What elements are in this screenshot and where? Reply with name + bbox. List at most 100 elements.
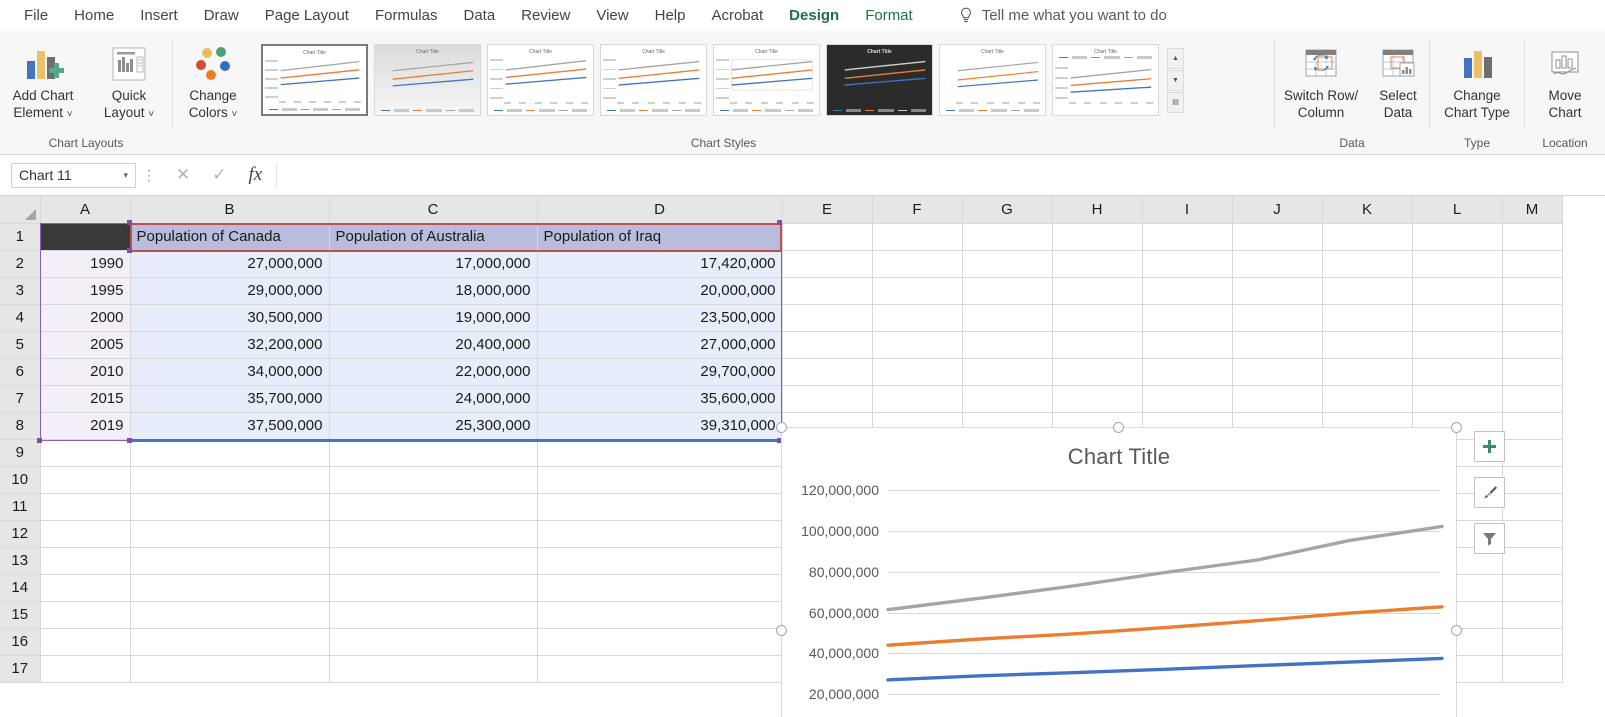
cell-A13[interactable]	[40, 547, 130, 574]
cell-K2[interactable]	[1322, 250, 1412, 277]
cell-L2[interactable]	[1412, 250, 1502, 277]
menu-tab-insert[interactable]: Insert	[128, 3, 190, 28]
menu-tab-view[interactable]: View	[584, 3, 640, 28]
cell-H5[interactable]	[1052, 331, 1142, 358]
cell-D5[interactable]: 27,000,000	[537, 331, 782, 358]
chart-title[interactable]: Chart Title	[782, 428, 1456, 470]
cell-G2[interactable]	[962, 250, 1052, 277]
column-header-G[interactable]: G	[962, 196, 1052, 223]
cell-C12[interactable]	[329, 520, 537, 547]
cell-E4[interactable]	[782, 304, 872, 331]
cell-D17[interactable]	[537, 655, 782, 682]
cell-M6[interactable]	[1502, 358, 1562, 385]
row-header-14[interactable]: 14	[0, 574, 40, 601]
row-header-8[interactable]: 8	[0, 412, 40, 439]
chart-styles-button[interactable]	[1474, 477, 1505, 508]
chart-handle-top-left[interactable]	[776, 422, 787, 433]
chart-style-thumb-7[interactable]: Chart Title	[939, 44, 1046, 116]
cell-B6[interactable]: 34,000,000	[130, 358, 329, 385]
chevron-down-icon[interactable]: ˅	[148, 109, 154, 120]
cell-G3[interactable]	[962, 277, 1052, 304]
cell-B17[interactable]	[130, 655, 329, 682]
cell-M15[interactable]	[1502, 601, 1562, 628]
cell-M8[interactable]	[1502, 412, 1562, 439]
selection-handle[interactable]	[127, 220, 132, 225]
cell-C5[interactable]: 20,400,000	[329, 331, 537, 358]
cell-A5[interactable]: 2005	[40, 331, 130, 358]
change-chart-type-button[interactable]: Change Chart Type	[1430, 38, 1524, 122]
cell-B10[interactable]	[130, 466, 329, 493]
cell-C6[interactable]: 22,000,000	[329, 358, 537, 385]
formula-bar-grip[interactable]: ⋮	[136, 167, 162, 184]
select-data-button[interactable]: Select Data	[1367, 38, 1429, 122]
cell-G5[interactable]	[962, 331, 1052, 358]
row-header-4[interactable]: 4	[0, 304, 40, 331]
chevron-down-icon[interactable]: ˅	[231, 109, 237, 120]
menu-tab-format[interactable]: Format	[853, 3, 925, 28]
cell-F1[interactable]	[872, 223, 962, 250]
chart-series-line[interactable]	[888, 658, 1442, 680]
gallery-scroll-up-button[interactable]: ▲	[1167, 48, 1184, 69]
tell-me-box[interactable]: Tell me what you want to do	[959, 7, 1167, 25]
cell-H6[interactable]	[1052, 358, 1142, 385]
cell-D2[interactable]: 17,420,000	[537, 250, 782, 277]
cell-E6[interactable]	[782, 358, 872, 385]
cell-B2[interactable]: 27,000,000	[130, 250, 329, 277]
cell-J6[interactable]	[1232, 358, 1322, 385]
cell-E1[interactable]	[782, 223, 872, 250]
chart-handle-middle-right[interactable]	[1451, 625, 1462, 636]
cell-M2[interactable]	[1502, 250, 1562, 277]
cell-M12[interactable]	[1502, 520, 1562, 547]
cell-A9[interactable]	[40, 439, 130, 466]
chart-series-line[interactable]	[888, 527, 1442, 610]
cell-J7[interactable]	[1232, 385, 1322, 412]
cell-H2[interactable]	[1052, 250, 1142, 277]
cell-B13[interactable]	[130, 547, 329, 574]
cell-A16[interactable]	[40, 628, 130, 655]
cell-D13[interactable]	[537, 547, 782, 574]
row-header-9[interactable]: 9	[0, 439, 40, 466]
enter-icon[interactable]: ✓	[212, 165, 226, 185]
chart-style-thumb-1[interactable]: Chart Title	[261, 44, 368, 116]
change-colors-button[interactable]: Change Colors ˅	[173, 38, 253, 122]
menu-tab-page-layout[interactable]: Page Layout	[253, 3, 361, 28]
cell-M5[interactable]	[1502, 331, 1562, 358]
row-header-13[interactable]: 13	[0, 547, 40, 574]
cell-A7[interactable]: 2015	[40, 385, 130, 412]
cell-H7[interactable]	[1052, 385, 1142, 412]
cell-A17[interactable]	[40, 655, 130, 682]
row-header-6[interactable]: 6	[0, 358, 40, 385]
cell-A12[interactable]	[40, 520, 130, 547]
cell-H1[interactable]	[1052, 223, 1142, 250]
cell-F6[interactable]	[872, 358, 962, 385]
cell-M9[interactable]	[1502, 439, 1562, 466]
cell-C9[interactable]	[329, 439, 537, 466]
cell-E2[interactable]	[782, 250, 872, 277]
cell-D8[interactable]: 39,310,000	[537, 412, 782, 439]
cell-A10[interactable]	[40, 466, 130, 493]
cell-L4[interactable]	[1412, 304, 1502, 331]
cell-C13[interactable]	[329, 547, 537, 574]
row-header-7[interactable]: 7	[0, 385, 40, 412]
column-header-I[interactable]: I	[1142, 196, 1232, 223]
cell-M11[interactable]	[1502, 493, 1562, 520]
cell-A4[interactable]: 2000	[40, 304, 130, 331]
menu-tab-review[interactable]: Review	[509, 3, 582, 28]
cell-L5[interactable]	[1412, 331, 1502, 358]
cell-C16[interactable]	[329, 628, 537, 655]
chart-style-thumb-5[interactable]: Chart Title	[713, 44, 820, 116]
cell-I3[interactable]	[1142, 277, 1232, 304]
chart-object[interactable]: Chart Title 020,000,00040,000,00060,000,…	[781, 427, 1457, 717]
name-box[interactable]: Chart 11 ▾	[11, 163, 136, 188]
selection-handle[interactable]	[37, 438, 42, 443]
cell-D6[interactable]: 29,700,000	[537, 358, 782, 385]
column-header-D[interactable]: D	[537, 196, 782, 223]
gallery-scroll-down-button[interactable]: ▼	[1167, 70, 1184, 91]
cell-A1[interactable]	[40, 223, 130, 250]
menu-tab-draw[interactable]: Draw	[192, 3, 251, 28]
chart-styles-gallery[interactable]: Chart Title Chart Title	[253, 38, 1186, 116]
column-header-J[interactable]: J	[1232, 196, 1322, 223]
gallery-scroll-controls[interactable]: ▲ ▼ ▤	[1167, 48, 1184, 113]
cell-A6[interactable]: 2010	[40, 358, 130, 385]
row-header-1[interactable]: 1	[0, 223, 40, 250]
